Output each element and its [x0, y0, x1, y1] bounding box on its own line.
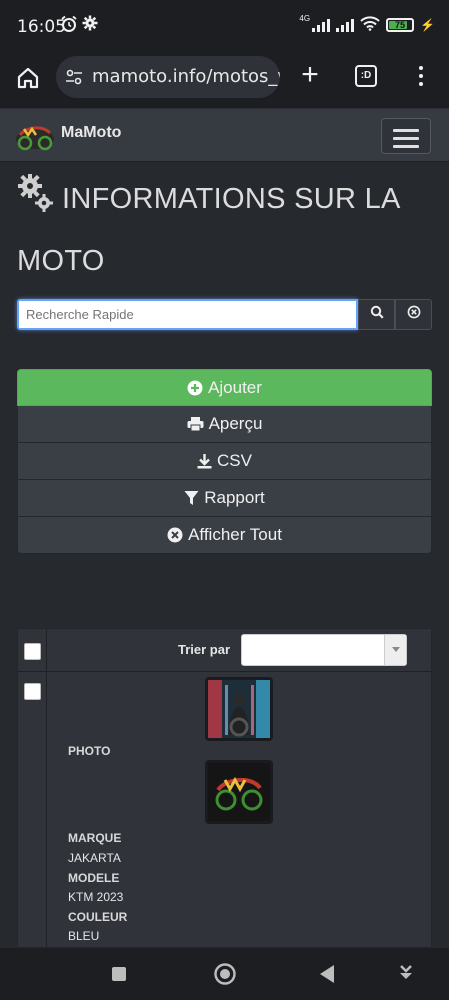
- brand-name[interactable]: MaMoto: [61, 124, 121, 142]
- system-navigation-bar: [0, 948, 449, 1000]
- brand-value: JAKARTA: [68, 851, 121, 865]
- table-header: Trier par: [18, 629, 431, 672]
- gears-icon: [17, 172, 53, 212]
- select-all-checkbox[interactable]: [24, 643, 41, 660]
- filter-icon: [184, 490, 199, 506]
- clear-icon: [407, 305, 421, 324]
- circle-nav-icon[interactable]: [213, 962, 237, 991]
- battery-level: 75: [395, 20, 406, 30]
- browser-toolbar: mamoto.info/motos_v + :D: [0, 52, 449, 108]
- model-label: MODELE: [68, 871, 120, 885]
- chevron-down-icon: [384, 635, 406, 665]
- alarm-icon: [60, 15, 78, 37]
- back-triangle-icon[interactable]: [318, 964, 336, 989]
- download-nav-icon[interactable]: [398, 964, 414, 989]
- search-icon: [370, 305, 384, 324]
- wifi-icon: [360, 16, 380, 34]
- csv-button-label: CSV: [217, 451, 252, 470]
- signal-icon: [312, 18, 331, 32]
- status-icons: 4G 75 ⚡: [299, 14, 435, 34]
- url-text[interactable]: mamoto.info/motos_v: [92, 66, 280, 87]
- network-type: 4G: [299, 14, 311, 23]
- tabs-icon[interactable]: :D: [355, 65, 377, 87]
- csv-button[interactable]: CSV: [17, 443, 432, 480]
- page-title: INFORMATIONS SUR LA MOTO: [17, 183, 400, 277]
- sort-select[interactable]: [241, 634, 407, 666]
- brand-label: MARQUE: [68, 831, 122, 845]
- data-table: Trier par PHOTO MARQUE JAKARTA MODELE KT…: [17, 628, 432, 948]
- column-separator: [46, 629, 47, 947]
- add-button-label: Ajouter: [208, 377, 262, 397]
- search-button[interactable]: [358, 299, 395, 330]
- address-bar[interactable]: mamoto.info/motos_v: [56, 56, 280, 98]
- battery-icon: 75: [386, 18, 415, 32]
- download-icon: [197, 453, 212, 469]
- home-icon[interactable]: [14, 64, 42, 92]
- color-label: COULEUR: [68, 910, 128, 924]
- add-button[interactable]: Ajouter: [17, 369, 432, 406]
- report-button-label: Rapport: [204, 488, 265, 507]
- status-bar: 16:05 4G 75 ⚡: [0, 0, 449, 52]
- action-buttons: Ajouter Aperçu CSV Rapport Afficher Tout: [17, 369, 432, 554]
- print-icon: [187, 416, 204, 432]
- page-header: INFORMATIONS SUR LA MOTO: [17, 168, 437, 292]
- motorcycle-photo[interactable]: [205, 677, 273, 741]
- show-all-button[interactable]: Afficher Tout: [17, 517, 432, 554]
- times-circle-icon: [167, 527, 183, 543]
- square-nav-icon[interactable]: [111, 966, 127, 987]
- more-vert-icon[interactable]: [414, 63, 428, 89]
- charging-icon: ⚡: [420, 18, 435, 32]
- hamburger-icon[interactable]: [381, 118, 431, 154]
- brand-logo-thumbnail[interactable]: [205, 760, 273, 824]
- color-value: BLEU: [68, 929, 100, 943]
- model-value: KTM 2023: [68, 890, 124, 904]
- report-button[interactable]: Rapport: [17, 480, 432, 517]
- plus-circle-icon: [187, 380, 203, 396]
- search-input[interactable]: [17, 299, 358, 330]
- site-navbar: MaMoto: [0, 108, 449, 162]
- row-checkbox[interactable]: [24, 683, 41, 700]
- site-settings-icon[interactable]: [65, 68, 83, 86]
- sort-label: Trier par: [178, 642, 231, 657]
- clear-search-button[interactable]: [395, 299, 432, 330]
- preview-button[interactable]: Aperçu: [17, 406, 432, 443]
- signal-icon-2: [336, 18, 355, 32]
- preview-button-label: Aperçu: [208, 414, 263, 433]
- photo-label: PHOTO: [68, 744, 111, 758]
- plus-icon[interactable]: +: [297, 60, 323, 90]
- settings-icon: [82, 15, 98, 35]
- show-all-button-label: Afficher Tout: [188, 525, 282, 544]
- status-time: 16:05: [17, 17, 66, 37]
- brand-logo[interactable]: [14, 121, 56, 151]
